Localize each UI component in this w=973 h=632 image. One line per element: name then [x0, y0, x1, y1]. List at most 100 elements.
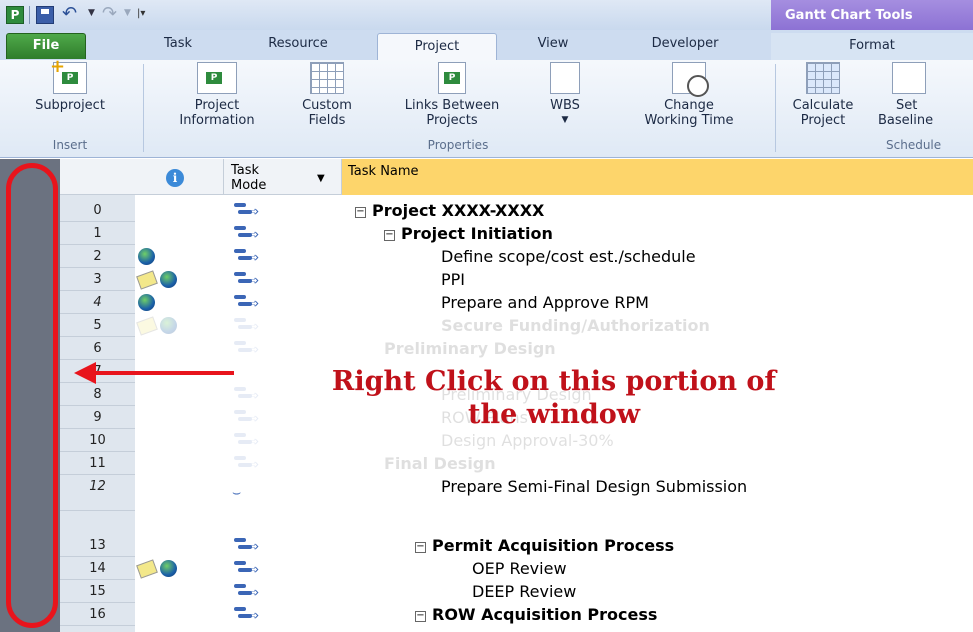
tab-view[interactable]: View: [520, 36, 586, 51]
wbs-dropdown-icon[interactable]: ▼: [536, 113, 594, 128]
row-number[interactable]: 1: [60, 222, 135, 245]
links-between-projects-button[interactable]: P Links Between Projects: [372, 62, 532, 128]
task-mode-icon: ➩: [232, 316, 259, 334]
subproject-button[interactable]: P + Subproject: [6, 58, 134, 114]
callout-line-1: Right Click on this portion of: [331, 366, 777, 397]
tab-format[interactable]: Format: [771, 33, 973, 60]
table-row[interactable]: 6 ➩ Preliminary Design: [0, 337, 973, 360]
indicators: [136, 316, 178, 336]
row-number[interactable]: 11: [60, 452, 135, 475]
project-app-icon[interactable]: P: [6, 6, 24, 24]
row-number[interactable]: 10: [60, 429, 135, 452]
table-row[interactable]: 15 ➩ DEEP Review: [0, 580, 973, 603]
indicators-column-header[interactable]: i: [136, 159, 224, 195]
row-number[interactable]: 8: [60, 383, 135, 406]
table-row[interactable]: 5 ➩ Secure Funding/Authorization: [0, 314, 973, 337]
tab-project[interactable]: Project: [377, 33, 497, 62]
task-name[interactable]: Prepare Semi-Final Design Submission: [441, 475, 747, 498]
table-row[interactable]: 12 ⌣ Prepare Semi-Final Design Submissio…: [0, 475, 973, 511]
undo-dropdown-icon[interactable]: ▼: [88, 8, 95, 18]
table-row[interactable]: 16 ➩ − ROW Acquisition Process: [0, 603, 973, 626]
tab-file[interactable]: File: [6, 33, 86, 59]
task-mode-icon: ➩: [232, 293, 259, 311]
task-name[interactable]: Preliminary Design: [384, 337, 556, 360]
tab-developer[interactable]: Developer: [630, 36, 740, 51]
row-number[interactable]: 15: [60, 580, 135, 603]
group-separator: [143, 64, 144, 152]
project-information-button[interactable]: P Project Information: [152, 62, 282, 128]
note-icon[interactable]: [136, 270, 158, 290]
hyperlink-globe-icon[interactable]: [160, 317, 178, 334]
project-information-label-1: Project: [194, 98, 240, 113]
table-row[interactable]: 10 ➩ Design Approval-30%: [0, 429, 973, 452]
row-number[interactable]: 6: [60, 337, 135, 360]
task-name-column-header[interactable]: Task Name: [342, 159, 973, 195]
row-number[interactable]: 4: [60, 291, 135, 314]
row-number[interactable]: 9: [60, 406, 135, 429]
collapse-icon[interactable]: −: [415, 611, 426, 622]
task-name[interactable]: − ROW Acquisition Process: [415, 603, 657, 626]
custom-fields-icon: [310, 62, 344, 94]
wbs-button[interactable]: WBS ▼: [536, 62, 594, 128]
table-row[interactable]: 0 ➩ − Project XXXX-XXXX: [0, 199, 973, 222]
table-row[interactable]: 11 ➩ Final Design: [0, 452, 973, 475]
task-name[interactable]: DEEP Review: [472, 580, 576, 603]
cwt-label-2: Working Time: [644, 113, 734, 128]
save-icon[interactable]: [36, 6, 54, 24]
callout-line-2: the window: [468, 399, 640, 430]
task-name[interactable]: − Permit Acquisition Process: [415, 534, 674, 557]
task-mode-icon: ➩: [232, 454, 259, 472]
table-row[interactable]: 13 ➩ − Permit Acquisition Process: [0, 534, 973, 557]
table-row[interactable]: 2 ➩ Define scope/cost est./schedule: [0, 245, 973, 268]
custom-fields-button[interactable]: Custom Fields: [286, 62, 368, 128]
baseline-label-2: Baseline: [878, 113, 934, 128]
custom-fields-label-2: Fields: [308, 113, 346, 128]
calculate-project-button[interactable]: Calculate Project: [782, 62, 864, 128]
set-baseline-button[interactable]: Set Baseline: [866, 62, 973, 128]
row-number[interactable]: 2: [60, 245, 135, 268]
customize-qat-icon[interactable]: |▾: [137, 6, 151, 24]
task-name[interactable]: PPI: [441, 268, 465, 291]
redo-icon: ↷: [102, 3, 118, 24]
tab-resource[interactable]: Resource: [248, 36, 348, 51]
task-name[interactable]: − Project Initiation: [384, 222, 553, 245]
hyperlink-globe-icon[interactable]: [138, 248, 155, 265]
note-icon[interactable]: [136, 316, 158, 336]
task-name[interactable]: OEP Review: [472, 557, 567, 580]
task-name[interactable]: − Project XXXX-XXXX: [355, 199, 544, 222]
row-number[interactable]: 16: [60, 603, 135, 626]
task-mode-column-header[interactable]: Task Mode ▼: [225, 159, 342, 195]
hyperlink-globe-icon[interactable]: [160, 271, 178, 288]
project-information-label-2: Information: [179, 113, 255, 128]
task-name[interactable]: Final Design: [384, 452, 496, 475]
task-name[interactable]: Secure Funding/Authorization: [441, 314, 710, 337]
table-row[interactable]: 14 ➩ OEP Review: [0, 557, 973, 580]
collapse-icon[interactable]: −: [355, 207, 366, 218]
collapse-icon[interactable]: −: [384, 230, 395, 241]
table-row[interactable]: 3 ➩ PPI: [0, 268, 973, 291]
redo-dropdown-icon: ▼: [124, 8, 131, 18]
change-working-time-button[interactable]: Change Working Time: [612, 62, 766, 128]
note-icon[interactable]: [136, 559, 158, 579]
row-number[interactable]: 0: [60, 199, 135, 222]
task-name[interactable]: Prepare and Approve RPM: [441, 291, 649, 314]
row-number[interactable]: 14: [60, 557, 135, 580]
row-number[interactable]: 3: [60, 268, 135, 291]
task-name[interactable]: Design Approval-30%: [441, 429, 614, 452]
chevron-down-icon[interactable]: ▼: [317, 171, 325, 186]
hyperlink-globe-icon[interactable]: [138, 294, 155, 311]
table-row[interactable]: 4 ➩ Prepare and Approve RPM: [0, 291, 973, 314]
row-number[interactable]: 12: [60, 475, 135, 511]
task-mode-icon: ⌣: [232, 485, 242, 501]
task-mode-icon: ➩: [232, 605, 259, 623]
hyperlink-globe-icon[interactable]: [160, 560, 178, 577]
row-number[interactable]: 5: [60, 314, 135, 337]
project-information-icon: P: [197, 62, 237, 94]
tab-task[interactable]: Task: [148, 36, 208, 51]
table-row[interactable]: 1 ➩ − Project Initiation: [0, 222, 973, 245]
task-name[interactable]: Define scope/cost est./schedule: [441, 245, 696, 268]
calculate-project-icon: [806, 62, 840, 94]
undo-icon[interactable]: ↶: [62, 5, 82, 24]
collapse-icon[interactable]: −: [415, 542, 426, 553]
row-number[interactable]: 13: [60, 534, 135, 557]
